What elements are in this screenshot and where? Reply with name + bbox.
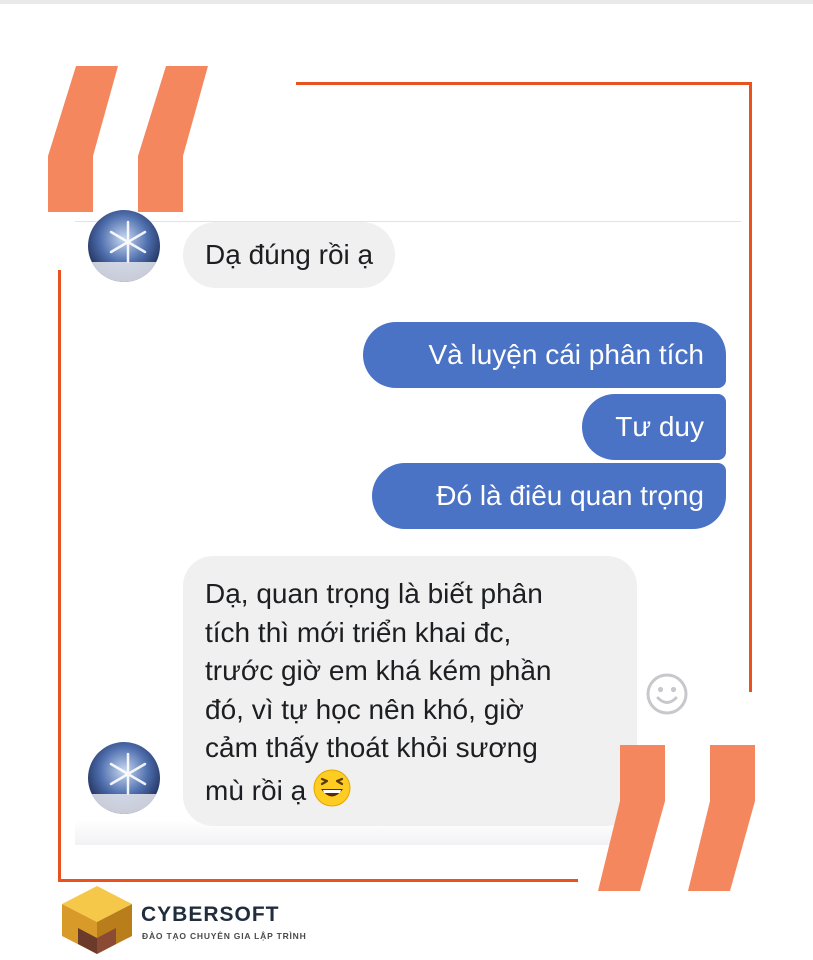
message-bubble-outgoing[interactable]: Tư duy [582, 394, 726, 460]
avatar[interactable] [88, 210, 160, 282]
message-bubble-outgoing[interactable]: Và luyện cái phân tích [363, 322, 726, 388]
message-line: cảm thấy thoát khỏi sương [205, 732, 538, 763]
message-line: trước giờ em khá kém phần [205, 655, 552, 686]
message-line: Dạ, quan trọng là biết phân [205, 578, 543, 609]
grinning-emoji-icon [313, 769, 351, 806]
message-line: tích thì mới triển khai đc, [205, 616, 512, 648]
open-quote-icon [48, 66, 208, 212]
frame-line-bottom [58, 879, 578, 882]
message-bubble-outgoing[interactable]: Đó là điêu quan trọng [372, 463, 726, 529]
avatar[interactable] [88, 742, 160, 814]
message-bubble-incoming[interactable]: Dạ đúng rồi ạ [183, 222, 396, 288]
snowflake-icon [88, 742, 160, 814]
cybersoft-logo-icon [62, 886, 132, 954]
reaction-smiley-icon[interactable] [645, 672, 689, 716]
snowflake-icon [88, 210, 160, 282]
message-line-text: mù rồi ạ [205, 774, 307, 806]
message-line-last: mù rồi ạ [205, 768, 615, 811]
frame-line-left [58, 270, 61, 882]
frame-line-right [749, 82, 752, 692]
close-quote-icon [598, 745, 755, 891]
top-strip [0, 0, 813, 4]
message-line: đó, vì tự học nên khó, giờ [205, 693, 524, 725]
brand-name: CYBERSOFT [141, 903, 280, 926]
message-bubble-incoming[interactable]: Dạ, quan trọng là biết phân tích thì mới… [183, 556, 637, 826]
brand-tagline: ĐÀO TẠO CHUYÊN GIA LẬP TRÌNH [142, 931, 307, 941]
frame-line-top [296, 82, 752, 85]
